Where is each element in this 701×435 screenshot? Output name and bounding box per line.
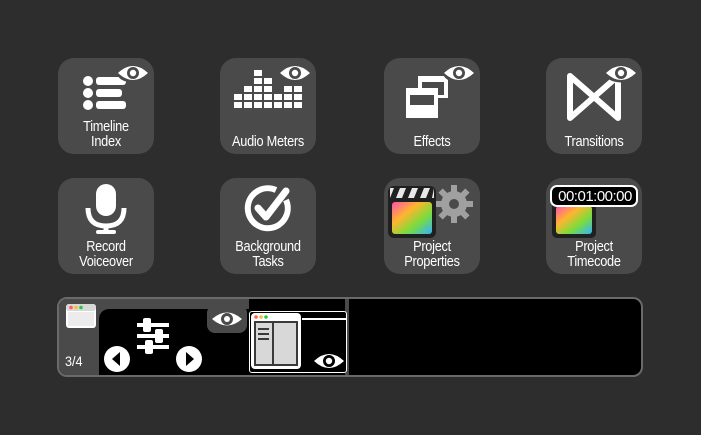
eye-icon	[443, 63, 475, 83]
eye-icon	[279, 63, 311, 83]
page-indicator: 3/4	[65, 353, 83, 369]
timecode-display: 00:01:00:00	[558, 188, 632, 205]
browser-window-icon[interactable]	[65, 303, 97, 329]
tile-label: Effects	[413, 134, 451, 150]
eye-icon	[605, 63, 637, 83]
tile-effects[interactable]: Effects	[384, 58, 480, 154]
divider	[302, 318, 346, 320]
tile-label: Audio Meters	[231, 134, 305, 150]
tile-label: Project Properties	[404, 239, 460, 270]
sliders-icon[interactable]	[135, 317, 171, 355]
tile-project-properties[interactable]: Project Properties	[384, 178, 480, 274]
tile-label: Background Tasks	[235, 239, 301, 270]
eye-icon	[117, 63, 149, 83]
window-layout-preview[interactable]	[249, 311, 347, 373]
next-arrow-icon[interactable]	[175, 345, 203, 373]
tile-audio-meters[interactable]: Audio Meters	[220, 58, 316, 154]
tile-label: Record Voiceover	[79, 239, 133, 270]
eye-icon[interactable]	[207, 305, 247, 333]
tile-project-timecode[interactable]: 00:01:00:00 Project Timecode	[546, 178, 642, 274]
tile-background-tasks[interactable]: Background Tasks	[220, 178, 316, 274]
tile-record-voiceover[interactable]: Record Voiceover	[58, 178, 154, 274]
tile-label: Transitions	[564, 134, 624, 150]
eye-icon[interactable]	[312, 350, 346, 372]
tile-transitions[interactable]: Transitions	[546, 58, 642, 154]
tile-label: Timeline Index	[83, 119, 129, 150]
tile-label: Project Timecode	[567, 239, 621, 270]
control-strip[interactable]: 3/4	[57, 297, 643, 377]
tile-timeline-index[interactable]: Timeline Index	[58, 58, 154, 154]
window-layout-icon	[251, 313, 301, 369]
previous-arrow-icon[interactable]	[103, 345, 131, 373]
